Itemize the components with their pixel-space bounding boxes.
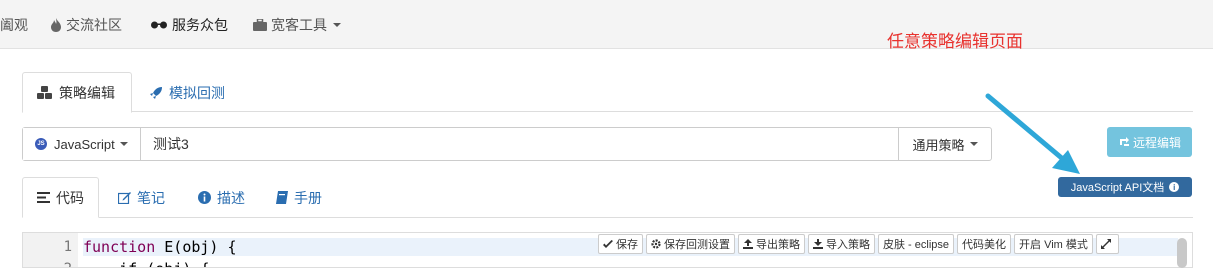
tab-label: 策略编辑 [59, 84, 115, 101]
tool-label: 导入策略 [826, 239, 870, 251]
nav-item-label: 阖观 [0, 17, 28, 33]
editor-toolbar: 保存 保存回测设置 导出策略 导入策略 皮肤 - eclipse 代码美化 开启… [598, 234, 1122, 254]
tab-strategy-edit[interactable]: 策略编辑 [22, 72, 132, 113]
beautify-button[interactable]: 代码美化 [957, 234, 1012, 254]
fullscreen-button[interactable] [1095, 234, 1119, 254]
annotation-text: 任意策略编辑页面 [887, 32, 1023, 52]
annotation-arrow-icon [985, 93, 1080, 174]
save-backtest-settings-button[interactable]: 保存回测设置 [646, 234, 735, 254]
glasses-icon [151, 21, 167, 29]
nav-item-community[interactable]: 交流社区 [50, 15, 122, 35]
cubes-icon [37, 85, 52, 99]
gear-icon [651, 239, 661, 249]
remote-edit-button[interactable]: 远程编辑 [1107, 127, 1192, 157]
tool-label: 代码美化 [962, 239, 1007, 251]
nav-item-label: 宽客工具 [271, 17, 327, 33]
tool-label: 开启 Vim 模式 [1019, 239, 1088, 251]
tab-description[interactable]: 描述 [184, 177, 259, 218]
export-icon [743, 239, 753, 249]
remote-edit-label: 远程编辑 [1132, 135, 1181, 150]
tab-label: 笔记 [137, 189, 165, 206]
tab-code[interactable]: 代码 [22, 177, 99, 218]
book-icon [276, 191, 288, 204]
tab-manual[interactable]: 手册 [262, 177, 336, 218]
tool-label: 导出策略 [756, 239, 800, 251]
top-navbar: 阖观 交流社区 服务众包 宽客工具 [0, 0, 1213, 49]
chevron-down-icon [969, 142, 978, 146]
nav-item-tools[interactable]: 宽客工具 [253, 15, 341, 35]
retweet-icon [1119, 137, 1129, 146]
theme-button[interactable]: 皮肤 - eclipse [878, 234, 955, 254]
code-line: if (obj) { [83, 260, 209, 267]
vim-mode-button[interactable]: 开启 Vim 模式 [1014, 234, 1093, 254]
check-icon [603, 239, 613, 248]
category-label: 通用策略 [912, 137, 965, 153]
edit-icon [118, 192, 131, 204]
tool-label: 保存 [616, 239, 638, 251]
chevron-down-icon [119, 142, 128, 146]
line-number: 2 [64, 261, 72, 267]
code-text: E(obj) { [155, 238, 237, 256]
import-icon [813, 239, 823, 249]
editor-tabs: 代码 笔记 描述 手册 [22, 177, 1193, 218]
expand-icon [1100, 239, 1111, 249]
code-keyword: function [83, 238, 156, 256]
import-strategy-button[interactable]: 导入策略 [808, 234, 875, 254]
align-left-icon [37, 192, 50, 203]
strategy-form: JS JavaScript 测试3 通用策略 [22, 127, 992, 161]
fire-icon [51, 18, 61, 32]
line-gutter: 1 2 [23, 233, 78, 267]
javascript-icon: JS [35, 138, 47, 150]
export-strategy-button[interactable]: 导出策略 [738, 234, 805, 254]
tab-label: 模拟回测 [169, 84, 225, 101]
info-icon [198, 191, 211, 204]
briefcase-icon [253, 19, 267, 31]
strategy-name-input[interactable]: 测试3 [141, 128, 898, 160]
nav-item-crowdsource[interactable]: 服务众包 [150, 15, 228, 35]
rocket-icon [150, 87, 162, 99]
line-number: 1 [63, 239, 72, 255]
tab-notes[interactable]: 笔记 [104, 177, 179, 218]
nav-item-label: 服务众包 [172, 17, 228, 33]
chevron-down-icon [333, 23, 341, 27]
language-select[interactable]: JS JavaScript [23, 128, 141, 160]
language-label: JavaScript [54, 136, 115, 152]
tab-label: 手册 [294, 189, 322, 206]
editor-scrollbar[interactable] [1177, 238, 1187, 268]
info-icon: i [1169, 182, 1180, 192]
tab-label: 描述 [217, 189, 245, 206]
tool-label: 皮肤 - eclipse [883, 239, 950, 251]
tab-label: 代码 [56, 189, 84, 206]
nav-item-label: 交流社区 [66, 17, 122, 33]
tab-backtest[interactable]: 模拟回测 [136, 72, 239, 113]
category-select[interactable]: 通用策略 [898, 128, 991, 160]
nav-item-overview[interactable]: 阖观 [0, 15, 28, 35]
save-button[interactable]: 保存 [598, 234, 643, 254]
tool-label: 保存回测设置 [664, 239, 730, 251]
